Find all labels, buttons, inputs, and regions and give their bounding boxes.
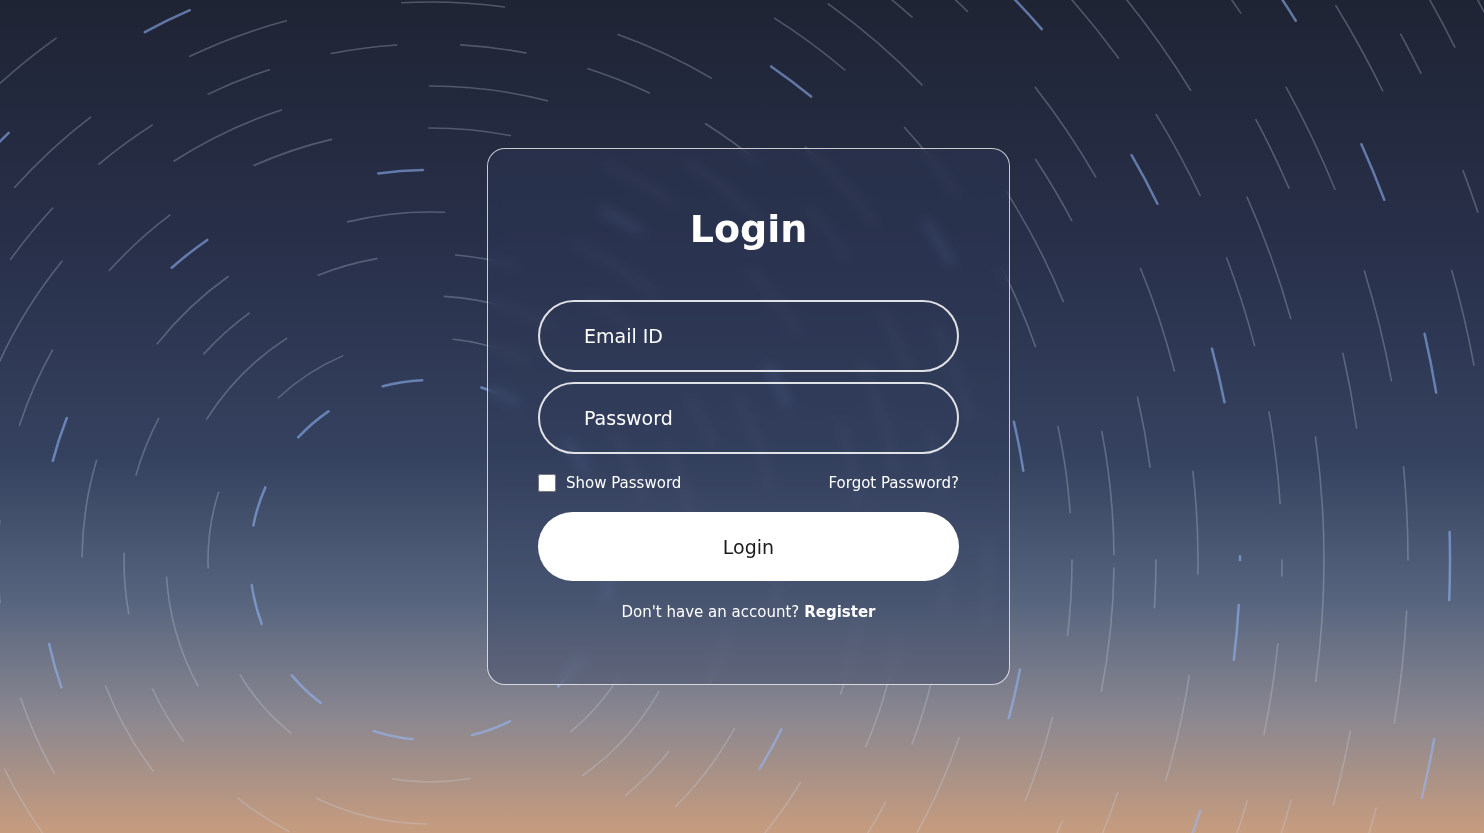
show-password-checkbox[interactable]: [538, 474, 556, 492]
password-input[interactable]: [538, 382, 959, 454]
password-field: [538, 382, 959, 454]
forgot-password-link[interactable]: Forgot Password?: [828, 474, 959, 492]
login-page: Login Show Password Forgot Password? Login D…: [0, 0, 1484, 833]
register-prompt: Don't have an account? Register: [538, 603, 959, 621]
options-row: Show Password Forgot Password?: [538, 474, 959, 492]
email-input[interactable]: [538, 300, 959, 372]
email-field: [538, 300, 959, 372]
login-card: Login Show Password Forgot Password? Login D…: [487, 148, 1010, 685]
login-button[interactable]: Login: [538, 512, 959, 581]
field-list: [538, 300, 959, 454]
login-title: Login: [538, 201, 959, 257]
register-prompt-text: Don't have an account?: [621, 603, 799, 621]
register-link[interactable]: Register: [804, 603, 875, 621]
show-password-option[interactable]: Show Password: [538, 474, 681, 492]
show-password-label: Show Password: [566, 474, 681, 492]
